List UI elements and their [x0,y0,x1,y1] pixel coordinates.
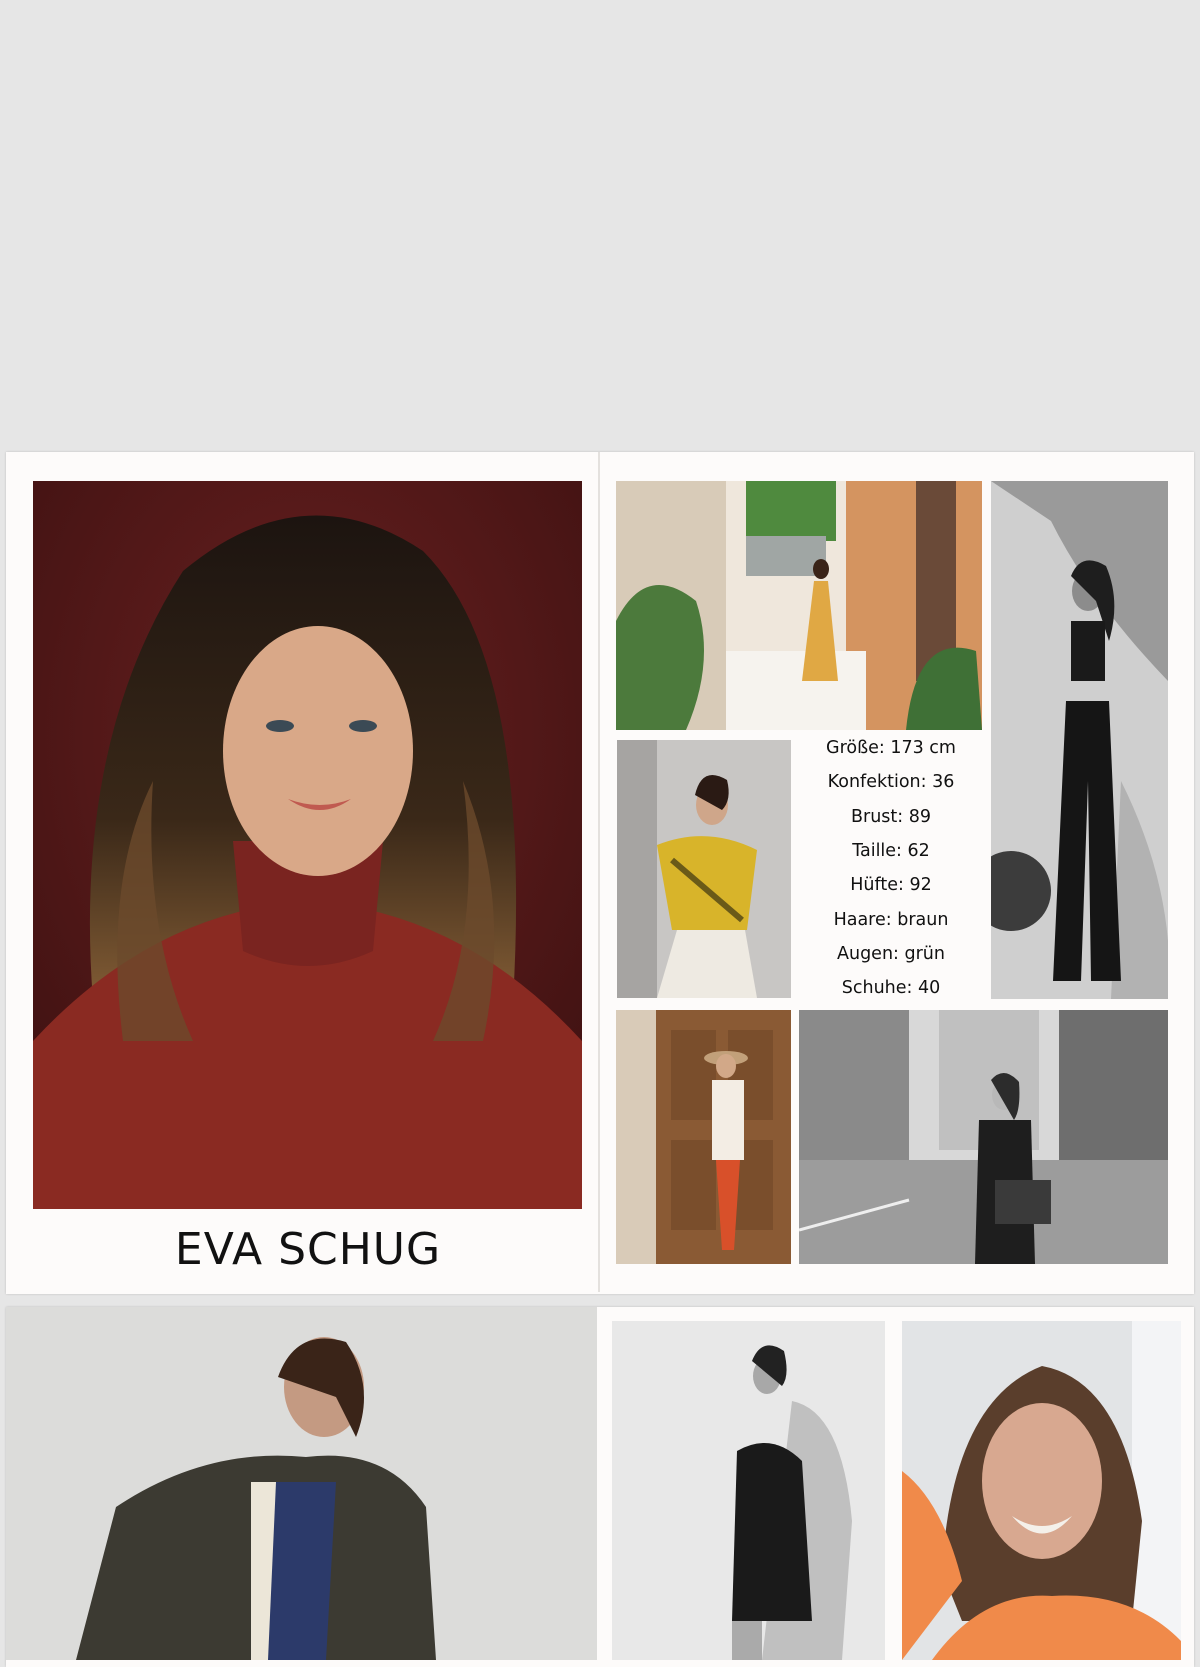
stat-hips: Hüfte: 92 [850,875,932,896]
model-name: EVA SCHUG [174,1223,442,1275]
door-photo [616,1010,791,1264]
street-photo [616,481,982,730]
yellow-top-photo [617,740,791,998]
bw-dress-photo [612,1321,885,1660]
orange-sweater-photo [902,1321,1181,1660]
main-portrait-photo [33,481,582,1209]
stat-hair: Haare: braun [833,909,949,930]
stat-eyes: Augen: grün [837,944,945,965]
city-street-photo [799,1010,1168,1264]
spread-fold [598,452,600,1292]
stat-dress-size: Konfektion: 36 [827,772,955,793]
stat-height: Größe: 173 cm [826,738,956,758]
leather-jacket-photo [6,1307,597,1660]
measurements-list: Größe: 173 cm Konfektion: 36 Brust: 89 T… [793,738,989,999]
stat-shoes: Schuhe: 40 [841,978,941,999]
stat-waist: Taille: 62 [852,841,930,862]
bw-tall-photo [991,481,1168,999]
stat-bust: Brust: 89 [851,806,931,827]
